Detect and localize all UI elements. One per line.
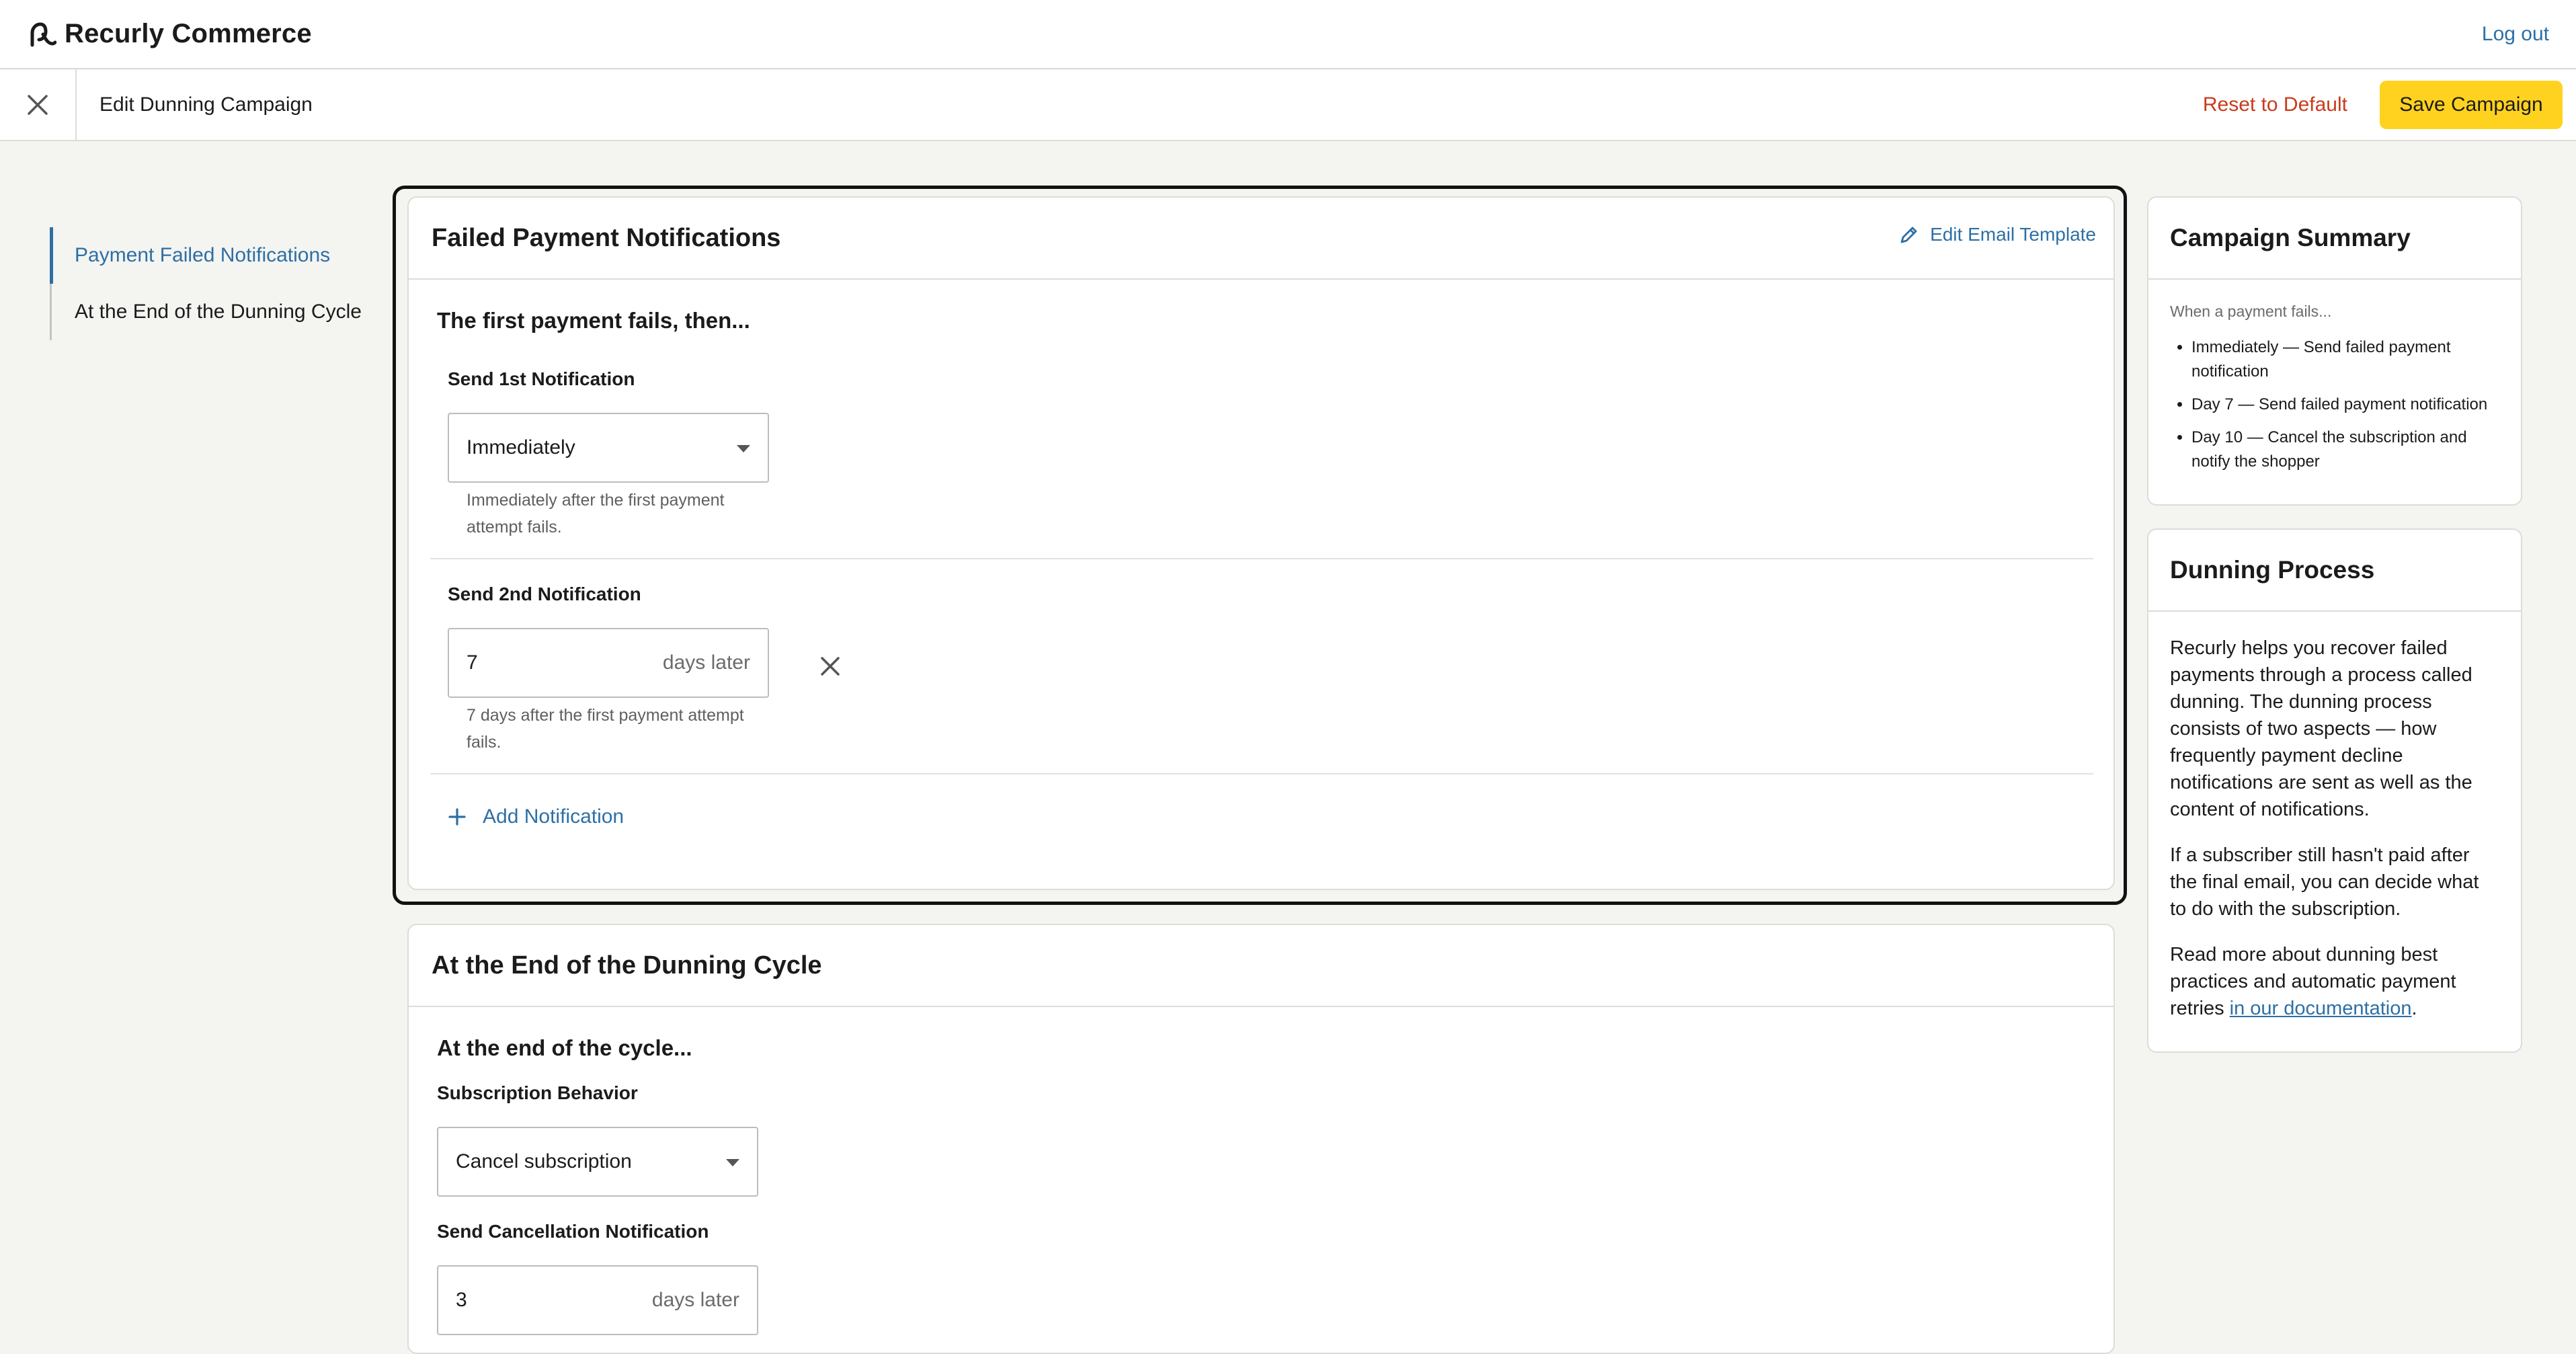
section-lead: The first payment fails, then...: [437, 308, 750, 333]
card-header: Failed Payment Notifications Edit Email …: [409, 198, 2114, 280]
card-title: Failed Payment Notifications: [432, 223, 781, 252]
days-later-suffix: days later: [662, 651, 750, 674]
nav-item-end-of-cycle[interactable]: At the End of the Dunning Cycle: [50, 284, 362, 340]
end-of-cycle-card: At the End of the Dunning Cycle At the e…: [407, 924, 2115, 1354]
first-notification-value: Immediately: [467, 436, 575, 459]
section-nav: Payment Failed Notifications At the End …: [50, 227, 362, 340]
reset-to-default-button[interactable]: Reset to Default: [2203, 93, 2347, 116]
remove-notification-button[interactable]: [819, 655, 842, 681]
failed-payment-card: Failed Payment Notifications Edit Email …: [407, 196, 2115, 890]
second-notification-label: Send 2nd Notification: [448, 584, 641, 604]
dunning-process-title: Dunning Process: [2170, 556, 2375, 584]
pencil-icon: [1900, 227, 1917, 243]
logout-link[interactable]: Log out: [2482, 23, 2549, 46]
save-campaign-button[interactable]: Save Campaign: [2380, 81, 2563, 129]
top-bar: Recurly Commerce Log out: [0, 0, 2576, 69]
side-card-header: Campaign Summary: [2148, 198, 2521, 280]
brand-name: Recurly Commerce: [65, 19, 312, 48]
page-title: Edit Dunning Campaign: [99, 93, 313, 116]
close-icon: [821, 657, 840, 676]
second-notification-value: 7: [467, 651, 478, 674]
brand-logo[interactable]: Recurly Commerce: [27, 19, 312, 49]
second-notification-days-input[interactable]: 7 days later: [448, 628, 769, 698]
header-actions: Reset to Default Save Campaign: [2203, 81, 2576, 129]
subscription-behavior-select[interactable]: Cancel subscription: [437, 1127, 758, 1197]
cancellation-notification-label: Send Cancellation Notification: [437, 1221, 709, 1242]
divider: [430, 773, 2093, 774]
process-paragraph-1: Recurly helps you recover failed payment…: [2170, 637, 2472, 820]
close-icon: [28, 95, 48, 115]
summary-intro: When a payment fails...: [2170, 303, 2332, 320]
close-button[interactable]: [0, 69, 77, 141]
card-header: At the End of the Dunning Cycle: [409, 925, 2114, 1007]
process-paragraph-2: If a subscriber still hasn't paid after …: [2170, 844, 2479, 920]
summary-list: Immediately — Send failed payment notifi…: [2170, 335, 2499, 474]
section-lead: At the end of the cycle...: [437, 1035, 692, 1060]
chevron-down-icon: [737, 445, 750, 452]
documentation-link[interactable]: in our documentation: [2230, 998, 2412, 1019]
chevron-down-icon: [726, 1159, 739, 1166]
summary-item: Day 7 — Send failed payment notification: [2191, 393, 2499, 417]
dunning-process-card: Dunning Process Recurly helps you recove…: [2147, 528, 2522, 1053]
subscription-behavior-label: Subscription Behavior: [437, 1082, 638, 1103]
plus-icon: [448, 808, 466, 826]
add-notification-label: Add Notification: [483, 805, 625, 828]
side-card-header: Dunning Process: [2148, 530, 2521, 612]
summary-item: Day 10 — Cancel the subscription and not…: [2191, 426, 2499, 474]
nav-item-payment-failed[interactable]: Payment Failed Notifications: [50, 227, 362, 284]
summary-item: Immediately — Send failed payment notifi…: [2191, 335, 2499, 384]
second-notification-helper: 7 days after the first payment attempt f…: [467, 706, 744, 752]
subscription-behavior-value: Cancel subscription: [456, 1150, 632, 1172]
cancellation-days-input[interactable]: 3 days later: [437, 1265, 758, 1335]
days-later-suffix: days later: [651, 1289, 739, 1311]
campaign-summary-card: Campaign Summary When a payment fails...…: [2147, 196, 2522, 506]
edit-email-template-label: Edit Email Template: [1930, 224, 2096, 245]
first-notification-select[interactable]: Immediately: [448, 413, 769, 483]
campaign-summary-title: Campaign Summary: [2170, 224, 2411, 251]
page-header: Edit Dunning Campaign Reset to Default S…: [0, 69, 2576, 141]
process-paragraph-3-end: .: [2411, 998, 2417, 1019]
divider: [430, 558, 2093, 559]
recurly-logo-icon: [30, 22, 56, 46]
edit-email-template-button[interactable]: Edit Email Template: [1899, 224, 2096, 245]
card-title: At the End of the Dunning Cycle: [432, 951, 822, 980]
cancellation-days-value: 3: [456, 1289, 467, 1311]
first-notification-helper: Immediately after the first payment atte…: [467, 491, 725, 536]
process-paragraph-3: Read more about dunning best practices a…: [2170, 941, 2499, 1022]
add-notification-button[interactable]: Add Notification: [448, 805, 2085, 828]
first-notification-label: Send 1st Notification: [448, 368, 635, 389]
